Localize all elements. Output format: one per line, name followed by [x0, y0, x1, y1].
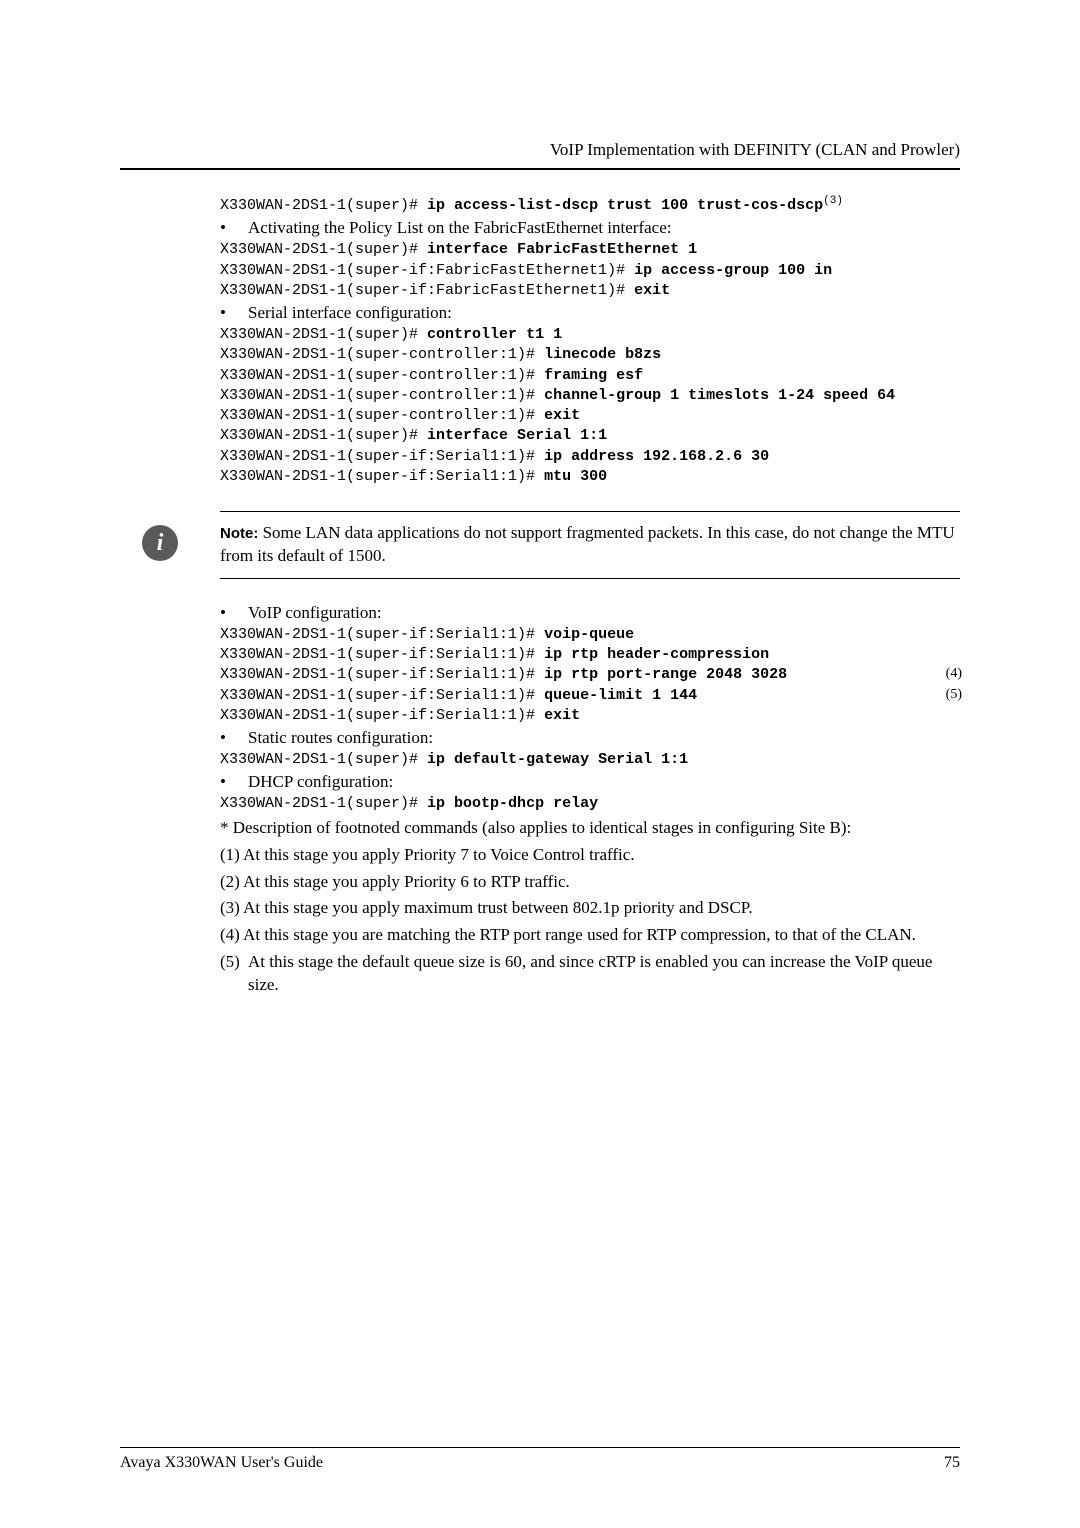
prompt: X330WAN-2DS1-1(super-controller:1)#: [220, 387, 544, 404]
cmd: ip access-list-dscp trust 100 trust-cos-…: [427, 197, 823, 214]
note-block: i Note: Some LAN data applications do no…: [220, 511, 960, 579]
page-header: VoIP Implementation with DEFINITY (CLAN …: [120, 140, 960, 160]
info-icon-wrap: i: [142, 525, 178, 561]
cmd-line: X330WAN-2DS1-1(super-if:Serial1:1)# mtu …: [220, 467, 960, 487]
footnote-5: (5) At this stage the default queue size…: [220, 951, 960, 997]
bullet-item: •Activating the Policy List on the Fabri…: [220, 218, 960, 238]
bullet-icon: •: [220, 772, 248, 792]
footnote-5-text: At this stage the default queue size is …: [248, 951, 960, 997]
prompt: X330WAN-2DS1-1(super)#: [220, 197, 427, 214]
footnote-4: (4) At this stage you are matching the R…: [220, 924, 960, 947]
cmd-line: X330WAN-2DS1-1(super-controller:1)# line…: [220, 345, 960, 365]
cmd-line: X330WAN-2DS1-1(super-if:Serial1:1)# ip r…: [220, 665, 960, 685]
cmd-line: X330WAN-2DS1-1(super-if:Serial1:1)# exit: [220, 706, 960, 726]
prompt: X330WAN-2DS1-1(super-if:Serial1:1)#: [220, 626, 544, 643]
footnote-intro: * Description of footnoted commands (als…: [220, 817, 960, 840]
bullet-item: •VoIP configuration:: [220, 603, 960, 623]
cmd-line: X330WAN-2DS1-1(super-controller:1)# fram…: [220, 366, 960, 386]
prompt: X330WAN-2DS1-1(super-if:FabricFastEthern…: [220, 282, 634, 299]
footnote-ref: (4): [946, 665, 962, 684]
prompt: X330WAN-2DS1-1(super-if:Serial1:1)#: [220, 687, 544, 704]
footnote-5-num: (5): [220, 951, 248, 997]
prompt: X330WAN-2DS1-1(super)#: [220, 326, 427, 343]
bullet-icon: •: [220, 603, 248, 623]
prompt: X330WAN-2DS1-1(super)#: [220, 751, 427, 768]
footer-left: Avaya X330WAN User's Guide: [120, 1454, 323, 1472]
cmd-line: X330WAN-2DS1-1(super-if:Serial1:1)# ip a…: [220, 447, 960, 467]
cmd-line: X330WAN-2DS1-1(super-controller:1)# exit: [220, 406, 960, 426]
prompt: X330WAN-2DS1-1(super)#: [220, 795, 427, 812]
footer-rule: [120, 1447, 960, 1448]
bullet-text: DHCP configuration:: [248, 772, 393, 792]
cmd: ip default-gateway Serial 1:1: [427, 751, 688, 768]
prompt: X330WAN-2DS1-1(super-controller:1)#: [220, 407, 544, 424]
bullet-icon: •: [220, 728, 248, 748]
bullet-text: VoIP configuration:: [248, 603, 382, 623]
cmd: controller t1 1: [427, 326, 562, 343]
cmd: exit: [544, 707, 580, 724]
cmd: interface Serial 1:1: [427, 427, 607, 444]
note-label: Note:: [220, 525, 258, 542]
info-icon: i: [142, 525, 178, 561]
main-content: X330WAN-2DS1-1(super)# ip access-list-ds…: [220, 194, 960, 997]
cmd: channel-group 1 timeslots 1-24 speed 64: [544, 387, 895, 404]
bullet-icon: •: [220, 303, 248, 323]
footnote-ref: (3): [823, 195, 843, 207]
footnote-3: (3) At this stage you apply maximum trus…: [220, 897, 960, 920]
footnote-ref: (5): [946, 686, 962, 705]
prompt: X330WAN-2DS1-1(super-controller:1)#: [220, 367, 544, 384]
header-rule: [120, 168, 960, 170]
bullet-item: •Serial interface configuration:: [220, 303, 960, 323]
note-rule-bottom: [220, 578, 960, 579]
footnote-list: (1) At this stage you apply Priority 7 t…: [220, 844, 960, 998]
cmd-line: X330WAN-2DS1-1(super)# ip access-list-ds…: [220, 194, 960, 216]
cmd-line: X330WAN-2DS1-1(super)# controller t1 1: [220, 325, 960, 345]
cmd: interface FabricFastEthernet 1: [427, 241, 697, 258]
cmd-line: X330WAN-2DS1-1(super)# interface Serial …: [220, 426, 960, 446]
cmd: exit: [634, 282, 670, 299]
prompt: X330WAN-2DS1-1(super-if:Serial1:1)#: [220, 707, 544, 724]
footnote-1: (1) At this stage you apply Priority 7 t…: [220, 844, 960, 867]
cmd: ip bootp-dhcp relay: [427, 795, 598, 812]
cmd: ip rtp header-compression: [544, 646, 769, 663]
bullet-item: •DHCP configuration:: [220, 772, 960, 792]
cmd-line: X330WAN-2DS1-1(super-if:Serial1:1)# voip…: [220, 625, 960, 645]
cmd: linecode b8zs: [544, 346, 661, 363]
bullet-item: •Static routes configuration:: [220, 728, 960, 748]
prompt: X330WAN-2DS1-1(super)#: [220, 427, 427, 444]
cmd: voip-queue: [544, 626, 634, 643]
prompt: X330WAN-2DS1-1(super-if:Serial1:1)#: [220, 448, 544, 465]
footnote-2: (2) At this stage you apply Priority 6 t…: [220, 871, 960, 894]
note-text: Note: Some LAN data applications do not …: [220, 522, 960, 568]
cmd-line: X330WAN-2DS1-1(super-if:FabricFastEthern…: [220, 261, 960, 281]
bullet-text: Serial interface configuration:: [248, 303, 452, 323]
prompt: X330WAN-2DS1-1(super-controller:1)#: [220, 346, 544, 363]
cmd: ip address 192.168.2.6 30: [544, 448, 769, 465]
prompt: X330WAN-2DS1-1(super)#: [220, 241, 427, 258]
page-number: 75: [944, 1454, 960, 1472]
cmd-line: X330WAN-2DS1-1(super-controller:1)# chan…: [220, 386, 960, 406]
cmd-line: X330WAN-2DS1-1(super)# interface FabricF…: [220, 240, 960, 260]
cmd: mtu 300: [544, 468, 607, 485]
cmd: queue-limit 1 144: [544, 687, 697, 704]
bullet-text: Static routes configuration:: [248, 728, 433, 748]
prompt: X330WAN-2DS1-1(super-if:FabricFastEthern…: [220, 262, 634, 279]
cmd-line: X330WAN-2DS1-1(super)# ip default-gatewa…: [220, 750, 960, 770]
note-body: Some LAN data applications do not suppor…: [220, 523, 955, 565]
cmd: ip rtp port-range 2048 3028: [544, 666, 787, 683]
cmd-line: X330WAN-2DS1-1(super-if:Serial1:1)# queu…: [220, 686, 960, 706]
cmd-line: X330WAN-2DS1-1(super)# ip bootp-dhcp rel…: [220, 794, 960, 814]
prompt: X330WAN-2DS1-1(super-if:Serial1:1)#: [220, 666, 544, 683]
cmd-line: X330WAN-2DS1-1(super-if:Serial1:1)# ip r…: [220, 645, 960, 665]
cmd: framing esf: [544, 367, 643, 384]
prompt: X330WAN-2DS1-1(super-if:Serial1:1)#: [220, 646, 544, 663]
bullet-icon: •: [220, 218, 248, 238]
cmd: exit: [544, 407, 580, 424]
bullet-text: Activating the Policy List on the Fabric…: [248, 218, 671, 238]
prompt: X330WAN-2DS1-1(super-if:Serial1:1)#: [220, 468, 544, 485]
page-footer: Avaya X330WAN User's Guide 75: [120, 1447, 960, 1472]
cmd-line: X330WAN-2DS1-1(super-if:FabricFastEthern…: [220, 281, 960, 301]
cmd: ip access-group 100 in: [634, 262, 832, 279]
